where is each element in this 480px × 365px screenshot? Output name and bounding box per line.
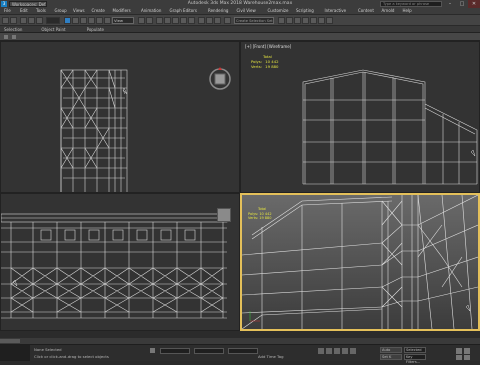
move-icon[interactable] xyxy=(96,17,103,24)
stats-verts-value: 19 880 xyxy=(265,64,279,69)
keyboard-shortcut-icon[interactable] xyxy=(156,17,163,24)
ribbon-panel xyxy=(0,33,480,41)
coord-y-field[interactable] xyxy=(194,348,224,354)
search-input[interactable]: Type a keyword or phrase xyxy=(380,1,442,7)
play-icon[interactable] xyxy=(334,348,340,354)
viewport-left[interactable] xyxy=(0,193,240,331)
viewport-front[interactable]: [+] [Front] [Wireframe] Total Polys: 10 … xyxy=(240,41,480,193)
scene-explorer-icon[interactable] xyxy=(224,17,231,24)
set-key-button[interactable]: Set K xyxy=(380,354,402,360)
stats-panel: Total Polys: 10 442 Verts: 19 880 xyxy=(251,54,279,69)
selected-dropdown[interactable]: Selected xyxy=(404,347,426,353)
spinner-snap-icon[interactable] xyxy=(188,17,195,24)
viewport-label[interactable]: [+] [Front] [Wireframe] xyxy=(245,44,291,49)
prompt-hint: Click or click-and-drag to select object… xyxy=(34,354,109,359)
viewport-perspective[interactable]: Total Polys: 10 442 Verts: 19 880 xyxy=(240,193,480,331)
key-filters-button[interactable]: Key Filters... xyxy=(404,354,426,364)
render-icon[interactable] xyxy=(326,17,333,24)
coord-x-field[interactable] xyxy=(160,348,190,354)
ribbon-options-icon[interactable] xyxy=(12,35,16,39)
percent-snap-icon[interactable] xyxy=(180,17,187,24)
reference-coord-dropdown[interactable]: View xyxy=(112,17,134,24)
edit-named-selection-icon[interactable] xyxy=(198,17,205,24)
stats-verts-label: Verts: xyxy=(251,64,262,69)
stats-verts-value: 19 880 xyxy=(259,216,272,220)
perspective-wireframe xyxy=(242,195,478,329)
redo-icon[interactable] xyxy=(10,17,17,24)
goto-start-icon[interactable] xyxy=(318,348,324,354)
viewport-top[interactable] xyxy=(0,41,240,193)
main-toolbar: View Create Selection Set xyxy=(0,14,480,26)
pivot-icon[interactable] xyxy=(138,17,145,24)
zoom-icon[interactable] xyxy=(456,348,462,354)
curve-editor-icon[interactable] xyxy=(286,17,293,24)
select-manipulate-icon[interactable] xyxy=(146,17,153,24)
ribbon-collapse-icon[interactable] xyxy=(4,35,8,39)
status-bar: None Selected Click or click-and-drag to… xyxy=(0,344,480,364)
lock-selection-icon[interactable] xyxy=(150,348,155,353)
stats-polys-label: Polys: xyxy=(248,211,259,216)
angle-snap-icon[interactable] xyxy=(172,17,179,24)
orbit-icon[interactable] xyxy=(456,355,462,360)
render-setup-icon[interactable] xyxy=(310,17,317,24)
prev-frame-icon[interactable] xyxy=(326,348,332,354)
rect-region-icon[interactable] xyxy=(80,17,87,24)
schematic-view-icon[interactable] xyxy=(294,17,301,24)
snap-toggle-icon[interactable] xyxy=(164,17,171,24)
material-editor-icon[interactable] xyxy=(302,17,309,24)
next-frame-icon[interactable] xyxy=(342,348,348,354)
align-icon[interactable] xyxy=(214,17,221,24)
bind-spacewarp-icon[interactable] xyxy=(36,17,43,24)
unlink-icon[interactable] xyxy=(28,17,35,24)
window-crossing-icon[interactable] xyxy=(88,17,95,24)
pan-icon[interactable] xyxy=(464,348,470,354)
viewcube-icon[interactable] xyxy=(208,67,232,91)
mirror-icon[interactable] xyxy=(206,17,213,24)
goto-end-icon[interactable] xyxy=(350,348,356,354)
minimize-button[interactable]: – xyxy=(444,0,456,8)
stats-verts-label: Verts: xyxy=(248,216,259,220)
maximize-viewport-icon[interactable] xyxy=(464,355,470,360)
top-view-wireframe xyxy=(60,69,128,192)
stats-panel-perspective: Total Polys: 10 442 Verts: 19 880 xyxy=(248,207,272,221)
viewcube-icon[interactable] xyxy=(217,208,231,222)
render-frame-icon[interactable] xyxy=(318,17,325,24)
add-time-tag[interactable]: Add Time Tag xyxy=(258,354,283,359)
selection-filter-dropdown[interactable] xyxy=(46,17,60,24)
auto-key-button[interactable]: Auto xyxy=(380,347,402,353)
rotate-icon[interactable] xyxy=(104,17,111,24)
ribbon-tabs: Selection Object Paint Populate xyxy=(0,26,480,33)
coord-z-field[interactable] xyxy=(228,348,258,354)
layer-explorer-icon[interactable] xyxy=(278,17,285,24)
undo-icon[interactable] xyxy=(2,17,9,24)
maximize-button[interactable]: □ xyxy=(456,0,468,8)
select-by-name-icon[interactable] xyxy=(72,17,79,24)
close-button[interactable]: ✕ xyxy=(468,0,480,8)
stats-polys-value: 10 442 xyxy=(259,211,272,216)
left-view-wireframe xyxy=(1,213,228,319)
selection-status: None Selected xyxy=(34,347,62,352)
maxscript-listener[interactable] xyxy=(0,345,30,361)
time-slider-thumb[interactable] xyxy=(0,339,20,343)
selection-set-dropdown[interactable]: Create Selection Set xyxy=(234,17,274,24)
ribbon-tab[interactable]: Selection xyxy=(4,26,22,33)
ribbon-tab[interactable]: Object Paint xyxy=(41,26,65,33)
link-icon[interactable] xyxy=(20,17,27,24)
select-object-icon[interactable] xyxy=(64,17,71,24)
ribbon-tab[interactable]: Populate xyxy=(87,26,104,33)
